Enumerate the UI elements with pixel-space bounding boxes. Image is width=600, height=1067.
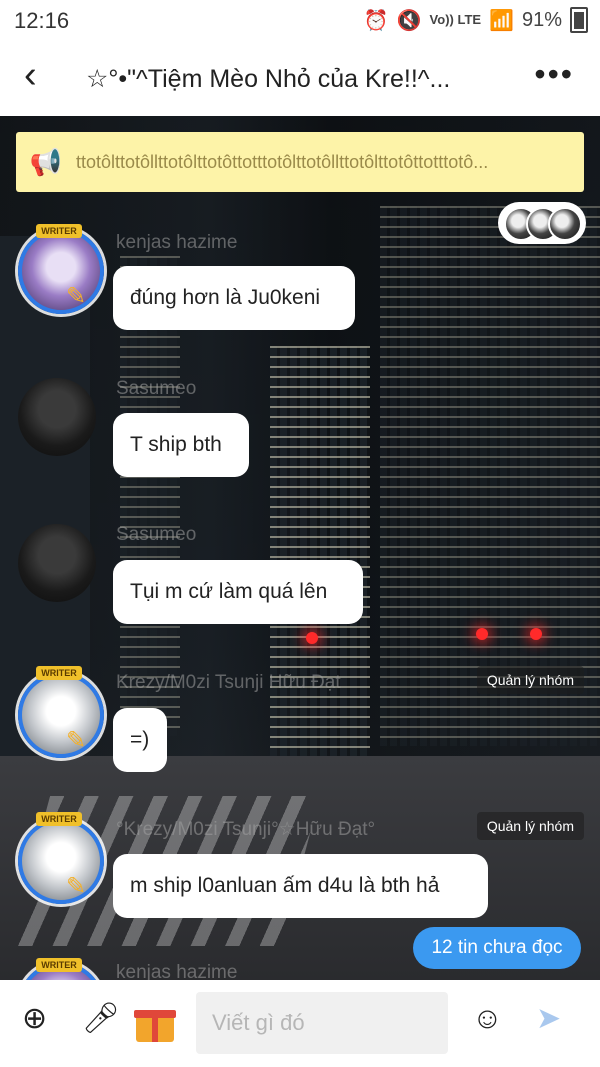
emoji-icon[interactable]: ☺ bbox=[472, 1004, 503, 1034]
chat-title: ☆°•"^Tiệm Mèo Nhỏ của Kre!!^... bbox=[86, 65, 451, 93]
chat-area[interactable]: 📢 ttotôlttotôllttotôlttotôttotttotôlttot… bbox=[0, 116, 600, 980]
status-bar: 12:16 ⏰ 🔇 Vo)) LTE 📶 91% bbox=[0, 0, 600, 40]
sender-name: Sasumeo bbox=[116, 378, 197, 399]
building-bg bbox=[270, 346, 370, 766]
battery-percent: 91% bbox=[521, 8, 562, 31]
megaphone-icon: 📢 bbox=[29, 146, 63, 177]
battery-icon bbox=[570, 7, 588, 33]
message-bubble[interactable]: m ship l0anluan ấm d4u là bth hả bbox=[113, 854, 488, 918]
pen-icon: ✎ bbox=[66, 283, 87, 310]
gift-icon[interactable] bbox=[134, 1002, 176, 1042]
plus-icon[interactable]: ⊕ bbox=[22, 1004, 47, 1034]
traffic-light bbox=[306, 632, 318, 644]
writer-badge: WRITER bbox=[36, 812, 82, 826]
announcement-text: ttotôlttotôllttotôlttotôttotttotôlttotôl… bbox=[76, 151, 489, 172]
message-bubble[interactable]: =) bbox=[113, 708, 167, 772]
mic-icon[interactable]: 🎤︎ bbox=[82, 1004, 120, 1034]
sender-name: Sasumeo bbox=[116, 524, 197, 545]
message-input-wrap[interactable] bbox=[196, 992, 458, 1054]
pen-icon: ✎ bbox=[66, 873, 87, 900]
message-input[interactable] bbox=[196, 992, 458, 1054]
alarm-icon: ⏰ bbox=[363, 9, 389, 32]
traffic-light bbox=[530, 628, 542, 640]
avatar[interactable] bbox=[18, 378, 96, 456]
writer-badge: WRITER bbox=[36, 958, 82, 972]
building-bg bbox=[380, 206, 600, 746]
gift-ribbon bbox=[152, 1010, 158, 1042]
sender-name: kenjas hazime bbox=[116, 232, 238, 253]
chat-header: ‹ ☆°•"^Tiệm Mèo Nhỏ của Kre!!^... ••• bbox=[0, 40, 600, 116]
network-label: Vo)) LTE bbox=[429, 12, 482, 27]
online-members[interactable] bbox=[498, 202, 586, 244]
traffic-light bbox=[476, 628, 488, 640]
send-icon[interactable]: ➤ bbox=[536, 1004, 561, 1034]
writer-badge: WRITER bbox=[36, 666, 82, 680]
mute-icon: 🔇 bbox=[396, 9, 422, 32]
sender-name: kenjas hazime bbox=[116, 962, 238, 980]
more-icon[interactable]: ••• bbox=[534, 56, 574, 93]
back-arrow-icon[interactable]: ‹ bbox=[24, 56, 37, 94]
sender-name: °Krezy/M0zi Tsunji°☆Hữu Đạt° bbox=[116, 819, 376, 840]
role-badge: Quản lý nhóm bbox=[476, 666, 584, 694]
sender-name: Krezy/M0zi Tsunji Hữu Đạt bbox=[116, 672, 341, 693]
pinned-announcement[interactable]: 📢 ttotôlttotôllttotôlttotôttotttotôlttot… bbox=[16, 132, 584, 192]
composer-bar: ⊕ 🎤︎ ☺ ➤ bbox=[0, 980, 600, 1067]
avatar[interactable] bbox=[18, 524, 96, 602]
message-bubble[interactable]: Tụi m cứ làm quá lên bbox=[113, 560, 363, 624]
signal-icon: 📶 bbox=[489, 9, 514, 32]
status-time: 12:16 bbox=[14, 8, 70, 33]
role-badge: Quản lý nhóm bbox=[476, 812, 584, 840]
writer-badge: WRITER bbox=[36, 224, 82, 238]
pen-icon: ✎ bbox=[66, 727, 87, 754]
unread-messages-button[interactable]: 12 tin chưa đọc bbox=[413, 927, 581, 969]
avatar bbox=[548, 207, 582, 241]
message-bubble[interactable]: đúng hơn là Ju0keni bbox=[113, 266, 355, 330]
status-icons: ⏰ 🔇 Vo)) LTE 📶 91% bbox=[364, 7, 588, 33]
message-bubble[interactable]: T ship bth bbox=[113, 413, 249, 477]
